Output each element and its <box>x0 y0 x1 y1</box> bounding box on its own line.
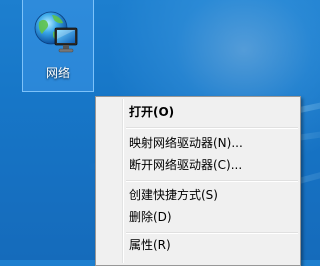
menu-item-open[interactable]: 打开(O) <box>98 101 298 123</box>
menu-item-create-shortcut[interactable]: 创建快捷方式(S) <box>98 184 298 206</box>
context-menu: 打开(O) 映射网络驱动器(N)... 断开网络驱动器(C)... 创建快捷方式… <box>95 96 301 266</box>
menu-separator <box>126 127 298 129</box>
menu-item-properties[interactable]: 属性(R) <box>98 234 298 256</box>
network-icon <box>34 11 78 53</box>
menu-item-disconnect-network-drive[interactable]: 断开网络驱动器(C)... <box>98 154 298 176</box>
menu-separator <box>126 180 298 182</box>
menu-item-delete[interactable]: 删除(D) <box>98 206 298 228</box>
desktop-icon-network[interactable]: 网络 <box>22 0 94 92</box>
desktop-icon-label: 网络 <box>45 66 70 80</box>
menu-item-map-network-drive[interactable]: 映射网络驱动器(N)... <box>98 132 298 154</box>
